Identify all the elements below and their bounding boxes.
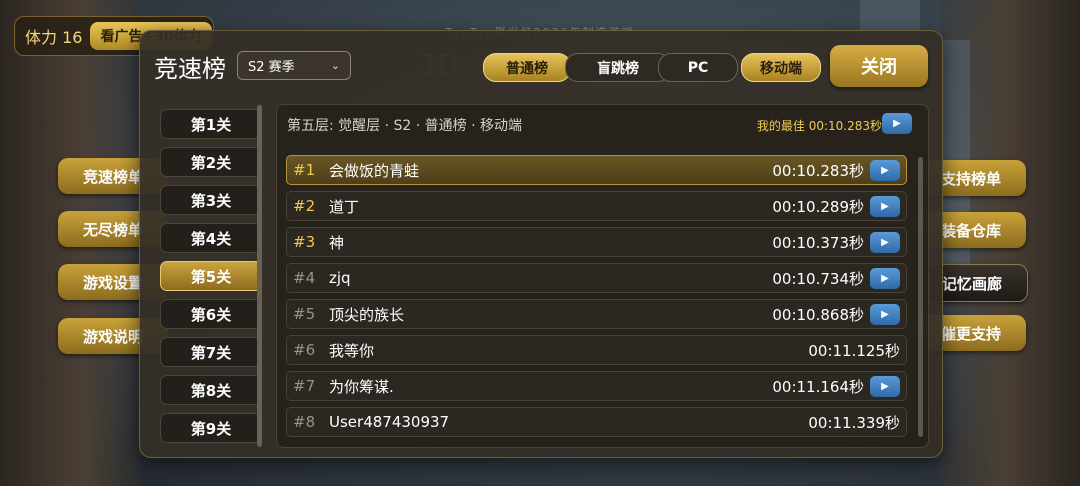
row-player-name: 为你筹谋. bbox=[329, 377, 394, 396]
play-icon: ▶ bbox=[881, 200, 889, 212]
leaderboard-row[interactable]: #5 顶尖的族长 00:10.868秒 ▶ bbox=[286, 299, 907, 329]
replay-button[interactable]: ▶ bbox=[870, 303, 900, 325]
row-player-name: 道丁 bbox=[329, 197, 360, 216]
level-item-8[interactable]: 第8关 bbox=[160, 375, 262, 405]
season-dropdown[interactable]: S2 赛季 ⌄ bbox=[237, 51, 351, 80]
season-value: S2 赛季 bbox=[248, 60, 295, 75]
level-item-4[interactable]: 第4关 bbox=[160, 223, 262, 253]
row-player-name: zjq bbox=[329, 269, 351, 287]
replay-button[interactable]: ▶ bbox=[870, 195, 900, 217]
row-time: 00:11.164秒 bbox=[772, 377, 864, 396]
row-time: 00:10.734秒 bbox=[772, 269, 864, 288]
leaderboard-row[interactable]: #2 道丁 00:10.289秒 ▶ bbox=[286, 191, 907, 221]
leaderboard-row[interactable]: #8 User487430937 00:11.339秒 bbox=[286, 407, 907, 437]
row-rank: #3 bbox=[293, 233, 316, 251]
results-scrollbar[interactable] bbox=[918, 157, 923, 437]
play-icon: ▶ bbox=[881, 164, 889, 176]
row-time: 00:11.339秒 bbox=[808, 413, 900, 432]
leaderboard-row[interactable]: #1 会做饭的青蛙 00:10.283秒 ▶ bbox=[286, 155, 907, 185]
stamina-value: 体力 16 bbox=[25, 28, 83, 47]
play-icon: ▶ bbox=[881, 272, 889, 284]
replay-button[interactable]: ▶ bbox=[870, 375, 900, 397]
leaderboard-row[interactable]: #3 神 00:10.373秒 ▶ bbox=[286, 227, 907, 257]
my-best-replay-button[interactable]: ▶ bbox=[882, 113, 912, 134]
row-player-name: 顶尖的族长 bbox=[329, 305, 405, 324]
row-rank: #4 bbox=[293, 269, 316, 287]
leaderboard-results: 第五层: 觉醒层 · S2 · 普通榜 · 移动端 我的最佳 00:10.283… bbox=[276, 104, 929, 448]
row-time: 00:10.373秒 bbox=[772, 233, 864, 252]
replay-button[interactable]: ▶ bbox=[870, 231, 900, 253]
panel-title: 竞速榜 bbox=[154, 55, 226, 83]
row-rank: #7 bbox=[293, 377, 316, 395]
leaderboard-row[interactable]: #6 我等你 00:11.125秒 bbox=[286, 335, 907, 365]
row-player-name: 我等你 bbox=[329, 341, 375, 360]
level-item-7[interactable]: 第7关 bbox=[160, 337, 262, 367]
level-item-3[interactable]: 第3关 bbox=[160, 185, 262, 215]
breadcrumb: 第五层: 觉醒层 · S2 · 普通榜 · 移动端 bbox=[287, 118, 523, 134]
play-icon: ▶ bbox=[893, 118, 901, 129]
level-item-5[interactable]: 第5关 bbox=[160, 261, 262, 291]
row-time: 00:11.125秒 bbox=[808, 341, 900, 360]
play-icon: ▶ bbox=[881, 308, 889, 320]
level-item-9[interactable]: 第9关 bbox=[160, 413, 262, 443]
leaderboard-row[interactable]: #4 zjq 00:10.734秒 ▶ bbox=[286, 263, 907, 293]
filter-pc[interactable]: PC bbox=[658, 53, 738, 82]
filter-mobile[interactable]: 移动端 bbox=[741, 53, 821, 82]
play-icon: ▶ bbox=[881, 236, 889, 248]
row-player-name: 会做饭的青蛙 bbox=[329, 161, 420, 180]
row-player-name: User487430937 bbox=[329, 413, 450, 431]
leaderboard-panel: 竞速榜 S2 赛季 ⌄ 普通榜 盲跳榜 PC 移动端 关闭 第1关 第2关 第3… bbox=[139, 30, 943, 458]
filter-blind-jump-board[interactable]: 盲跳榜 bbox=[565, 53, 671, 82]
row-rank: #5 bbox=[293, 305, 316, 323]
row-rank: #2 bbox=[293, 197, 316, 215]
level-list-scrollbar[interactable] bbox=[257, 105, 262, 447]
level-list: 第1关 第2关 第3关 第4关 第5关 第6关 第7关 第8关 第9关 bbox=[160, 109, 262, 451]
level-item-2[interactable]: 第2关 bbox=[160, 147, 262, 177]
play-icon: ▶ bbox=[881, 380, 889, 392]
replay-button[interactable]: ▶ bbox=[870, 159, 900, 181]
row-rank: #1 bbox=[293, 161, 316, 179]
row-rank: #6 bbox=[293, 341, 316, 359]
chevron-down-icon: ⌄ bbox=[330, 59, 340, 72]
row-player-name: 神 bbox=[329, 233, 345, 252]
leaderboard-row[interactable]: #7 为你筹谋. 00:11.164秒 ▶ bbox=[286, 371, 907, 401]
row-rank: #8 bbox=[293, 413, 316, 431]
my-best-time: 我的最佳 00:10.283秒 bbox=[756, 119, 882, 133]
close-button[interactable]: 关闭 bbox=[830, 45, 928, 87]
filter-normal-board[interactable]: 普通榜 bbox=[483, 53, 571, 82]
row-time: 00:10.289秒 bbox=[772, 197, 864, 216]
row-time: 00:10.283秒 bbox=[772, 161, 864, 180]
row-time: 00:10.868秒 bbox=[772, 305, 864, 324]
level-item-1[interactable]: 第1关 bbox=[160, 109, 262, 139]
replay-button[interactable]: ▶ bbox=[870, 267, 900, 289]
level-item-6[interactable]: 第6关 bbox=[160, 299, 262, 329]
